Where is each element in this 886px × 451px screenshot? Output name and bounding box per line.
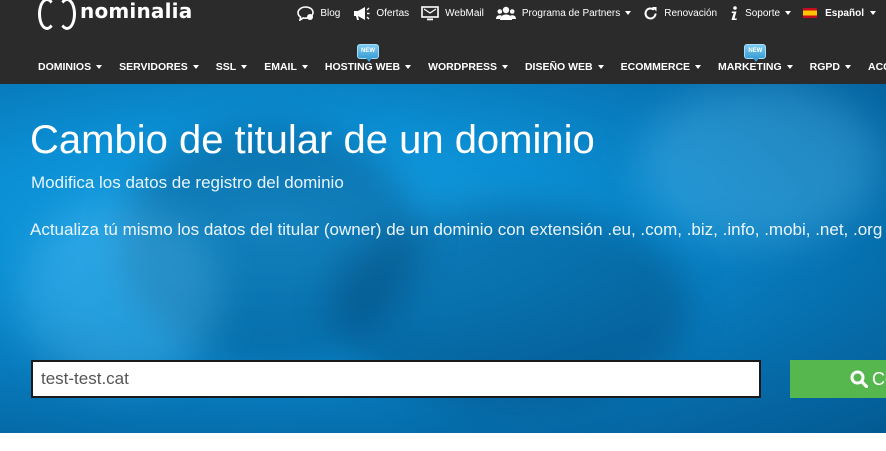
nav-marketing[interactable]: NEW MARKETING (718, 44, 793, 73)
nav-label: ECOMMERCE (620, 61, 691, 73)
chevron-down-icon (96, 65, 103, 69)
new-badge: NEW (744, 44, 767, 62)
soporte-link[interactable]: Soporte (729, 5, 792, 21)
refresh-icon (644, 6, 657, 19)
ofertas-label: Ofertas (376, 7, 410, 19)
chevron-down-icon (597, 65, 604, 69)
megaphone-icon (354, 6, 370, 20)
nav-ecommerce[interactable]: ECOMMERCE (620, 61, 702, 73)
domain-search-input[interactable] (31, 360, 761, 398)
chevron-down-icon (405, 65, 412, 69)
blog-label: Blog (320, 7, 341, 19)
comprobar-label: Comprobar (872, 368, 886, 389)
chevron-down-icon (870, 11, 876, 15)
page-title: Cambio de titular de un dominio (30, 118, 595, 162)
comprobar-button[interactable]: Comprobar (790, 360, 886, 398)
nav-label: ACCES (867, 61, 886, 73)
users-icon (495, 6, 516, 20)
nav-ssl[interactable]: SSL (215, 61, 248, 73)
webmail-link[interactable]: WebMail (421, 5, 484, 21)
new-badge: NEW (356, 44, 379, 62)
page-description: Actualiza tú mismo los datos del titular… (30, 220, 883, 239)
nav-dominios[interactable]: DOMINIOS (38, 61, 103, 73)
chevron-down-icon (241, 65, 248, 69)
page-subtitle: Modifica los datos de registro del domin… (31, 173, 344, 192)
chevron-down-icon (625, 11, 632, 15)
spain-flag-icon (803, 8, 818, 18)
language-label: Español (825, 7, 864, 19)
nav-wordpress[interactable]: WORDPRESS (428, 61, 508, 73)
nav-accesibilidad[interactable]: ACCES (868, 61, 886, 73)
nav-label: MARKETING (718, 61, 782, 73)
webmail-label: WebMail (445, 7, 484, 19)
nav-label: SSL (215, 61, 237, 73)
chevron-down-icon (301, 65, 308, 69)
nav-label: DISEÑO WEB (524, 61, 593, 73)
nav-label: HOSTING WEB (324, 61, 401, 73)
chevron-down-icon (695, 65, 702, 69)
chat-bubble-icon (297, 5, 315, 21)
main-nav: DOMINIOS SERVIDORES SSL EMAIL NEW HOSTING… (38, 44, 886, 78)
logo-text: nominalia (80, 0, 193, 23)
top-bar: nominalia Blog Ofertas WebMail Programa … (0, 0, 886, 84)
nav-label: SERVIDORES (119, 61, 188, 73)
info-icon (731, 5, 738, 20)
chevron-down-icon (501, 65, 508, 69)
nav-email[interactable]: EMAIL (264, 61, 308, 73)
nav-diseno-web[interactable]: DISEÑO WEB (525, 61, 604, 73)
nominalia-logo[interactable]: nominalia (38, 0, 193, 30)
renovacion-link[interactable]: Renovación (643, 6, 717, 21)
renovacion-label: Renovación (664, 7, 718, 19)
nav-label: RGPD (809, 61, 840, 73)
nav-servidores[interactable]: SERVIDORES (119, 61, 199, 73)
monitor-icon (421, 5, 439, 20)
chevron-down-icon (192, 65, 199, 69)
soporte-label: Soporte (745, 7, 781, 19)
partners-label: Programa de Partners (521, 7, 621, 19)
nav-rgpd[interactable]: RGPD (810, 61, 851, 73)
nav-label: DOMINIOS (38, 61, 92, 73)
chevron-down-icon (844, 65, 851, 69)
nav-label: EMAIL (264, 61, 297, 73)
nav-label: WORDPRESS (428, 61, 497, 73)
nav-hosting-web[interactable]: NEW HOSTING WEB (324, 44, 412, 73)
logo-mark-icon (38, 0, 76, 30)
blog-link[interactable]: Blog (297, 5, 341, 21)
search-icon (850, 370, 868, 388)
ofertas-link[interactable]: Ofertas (352, 6, 409, 21)
partners-link[interactable]: Programa de Partners (495, 6, 632, 21)
chevron-down-icon (785, 11, 792, 15)
utility-links: Blog Ofertas WebMail Programa de Partner… (285, 0, 886, 26)
chevron-down-icon (786, 65, 793, 69)
hero-banner: Cambio de titular de un dominio Modifica… (0, 84, 886, 433)
language-selector[interactable]: Español (803, 8, 886, 19)
